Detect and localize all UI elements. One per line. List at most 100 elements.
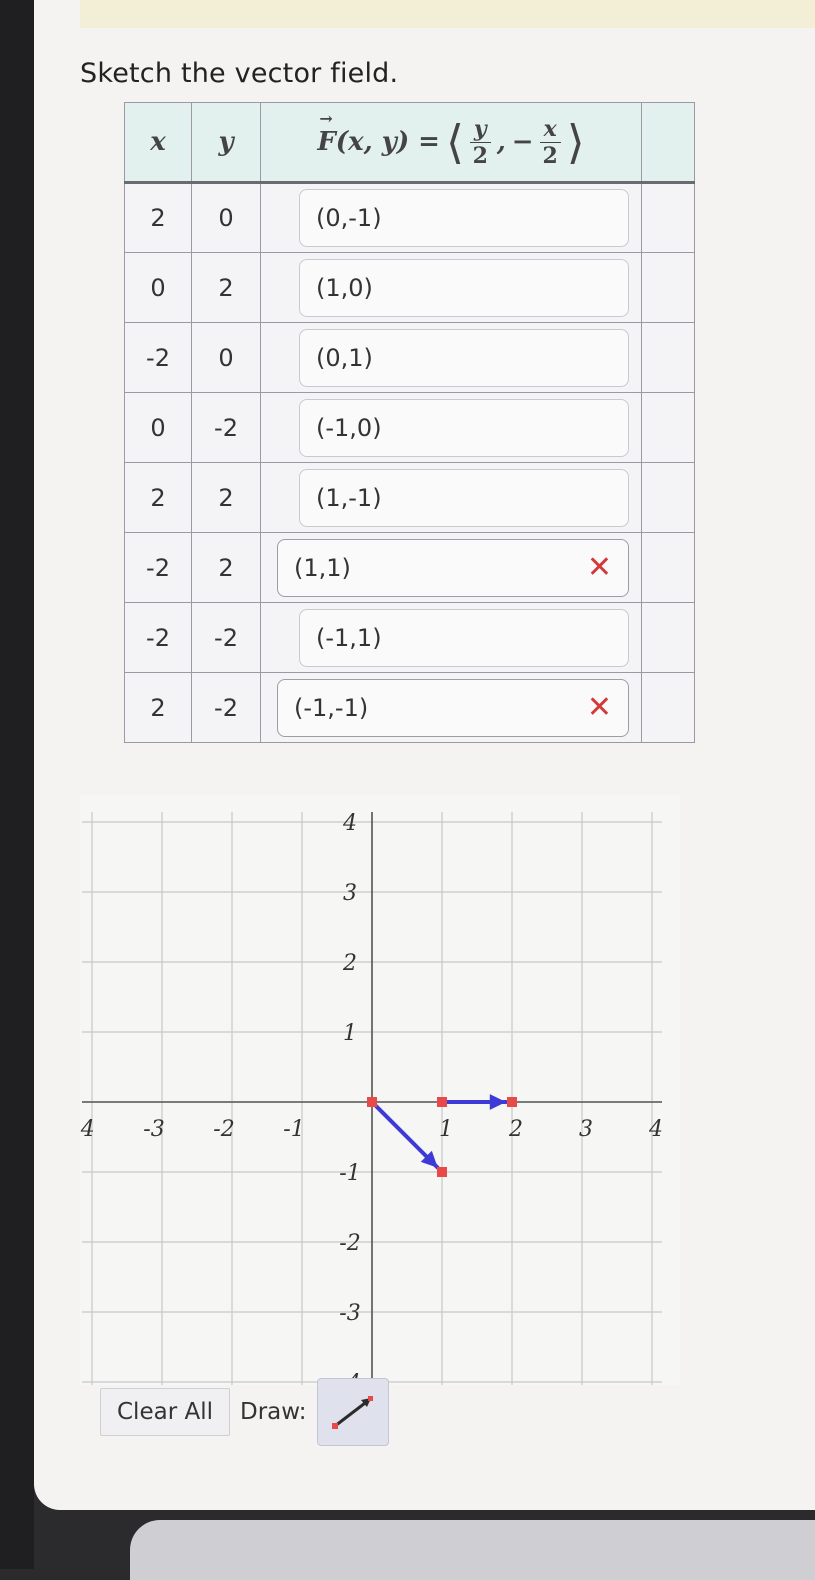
cell-x: 2 (124, 462, 192, 533)
answer-value: (-1,1) (316, 623, 382, 652)
answer-input[interactable]: (1,-1) (299, 468, 629, 527)
fraction-2-den: 2 (542, 142, 558, 169)
cell-empty (641, 532, 695, 603)
wrong-answer-icon: ✕ (586, 689, 612, 725)
header-formula: F(x, y) = ⟨ y 2 , − x 2 ⟩ (260, 102, 642, 184)
table-row: -2 2 (1,1) ✕ (124, 532, 695, 603)
cell-answer: (0,1) (260, 322, 642, 393)
table-row: 0 2 (1,0) (124, 252, 695, 323)
cell-y: -2 (191, 602, 261, 673)
vector-end-point (507, 1097, 517, 1107)
graph-controls: Clear All Draw: (100, 1378, 389, 1446)
cell-empty (641, 672, 695, 743)
cell-x: 2 (124, 672, 192, 743)
cell-answer: (-1,0) (260, 392, 642, 463)
arrow-tool-button[interactable] (316, 1378, 389, 1446)
right-angle-icon: ⟩ (566, 115, 585, 169)
cell-empty (641, 182, 695, 253)
draw-label: Draw: (239, 1399, 307, 1425)
table-row: 2 0 (0,-1) (124, 182, 695, 253)
table-header-row: x y F(x, y) = ⟨ y 2 , − x 2 ⟩ (124, 102, 695, 184)
y-tick-label: 2 (342, 951, 357, 976)
cell-x: -2 (124, 602, 192, 673)
vector-start-point (437, 1097, 447, 1107)
cell-y: 2 (191, 532, 261, 603)
x-tick-label: 4 (648, 1117, 663, 1142)
answer-value: (1,0) (316, 273, 373, 302)
table-row: -2 -2 (-1,1) (124, 602, 695, 673)
cell-y: 0 (191, 182, 261, 253)
x-tick-label: -4 (80, 1117, 95, 1142)
table-row: 2 2 (1,-1) (124, 462, 695, 533)
x-tick-label: 1 (439, 1117, 453, 1142)
left-angle-icon: ⟨ (445, 115, 464, 169)
cell-y: -2 (191, 392, 261, 463)
cell-x: 2 (124, 182, 192, 253)
cell-x: 0 (124, 252, 192, 323)
cell-y: 2 (191, 252, 261, 323)
y-tick-label: 1 (343, 1021, 357, 1046)
formula: F(x, y) = ⟨ y 2 , − x 2 ⟩ (317, 109, 585, 169)
cell-x: 0 (124, 392, 192, 463)
cell-answer: (0,-1) (260, 182, 642, 253)
answer-value: (0,-1) (316, 204, 382, 232)
answer-input[interactable]: (1,1) ✕ (277, 538, 629, 597)
cell-empty (641, 322, 695, 393)
formula-lhs: F(x, y) = (317, 109, 440, 157)
y-tick-label: -2 (339, 1231, 360, 1256)
x-tick-label: 3 (579, 1117, 593, 1142)
answer-input[interactable]: (0,1) (299, 328, 629, 387)
graph-area[interactable]: -4-3-2-112344321-1-2-3-4 (73, 795, 680, 1396)
wrong-answer-icon: ✕ (586, 549, 612, 585)
cell-y: -2 (191, 672, 261, 743)
answer-input[interactable]: (1,0) (299, 258, 629, 317)
formula-sep: , (496, 127, 506, 157)
y-tick-label: 3 (343, 881, 357, 906)
cell-y: 2 (191, 462, 261, 533)
header-y: y (191, 102, 261, 184)
table-row: 2 -2 (-1,-1) ✕ (124, 672, 695, 743)
top-banner (80, 0, 815, 28)
answer-value: (1,-1) (316, 483, 382, 512)
answer-input[interactable]: (0,-1) (299, 189, 629, 247)
answer-value: (0,1) (316, 343, 373, 372)
answer-value: (-1,0) (316, 413, 382, 442)
screen-bezel (0, 0, 34, 1569)
cell-y: 0 (191, 322, 261, 393)
cell-empty (641, 462, 695, 533)
cell-answer: (1,-1) (260, 462, 642, 533)
vector-field-graph[interactable]: -4-3-2-112344321-1-2-3-4 (73, 795, 680, 1396)
cell-answer: (-1,-1) ✕ (260, 672, 642, 743)
x-tick-label: -2 (213, 1117, 234, 1142)
cell-x: -2 (124, 532, 192, 603)
fraction-1: y 2 (469, 118, 491, 169)
vector-end-point (437, 1167, 447, 1177)
answer-input[interactable]: (-1,-1) ✕ (277, 678, 629, 737)
cell-empty (641, 252, 695, 323)
x-tick-label: -3 (143, 1117, 164, 1142)
fraction-2: x 2 (539, 118, 561, 169)
cell-answer: (1,1) ✕ (260, 532, 642, 603)
dock-bar (130, 1520, 815, 1580)
answer-input[interactable]: (-1,1) (299, 608, 629, 667)
fraction-2-num: x (539, 118, 561, 143)
cell-answer: (1,0) (260, 252, 642, 323)
y-tick-label: 4 (342, 811, 357, 836)
header-x: x (124, 102, 192, 184)
table-row: -2 0 (0,1) (124, 322, 695, 393)
x-tick-label: 2 (508, 1117, 523, 1142)
cell-x: -2 (124, 322, 192, 393)
y-tick-label: -1 (339, 1161, 360, 1186)
fraction-1-den: 2 (472, 142, 488, 169)
answer-input[interactable]: (-1,0) (299, 398, 629, 457)
clear-all-button[interactable]: Clear All (100, 1388, 230, 1436)
fraction-1-num: y (469, 118, 491, 143)
cell-empty (641, 602, 695, 673)
cell-empty (641, 392, 695, 463)
answer-value: (1,1) (294, 553, 351, 582)
formula-minus: − (511, 127, 534, 157)
arrow-tool-icon (331, 1396, 373, 1429)
header-empty (641, 102, 695, 184)
answer-value: (-1,-1) (294, 693, 369, 722)
vector-start-point (367, 1097, 377, 1107)
